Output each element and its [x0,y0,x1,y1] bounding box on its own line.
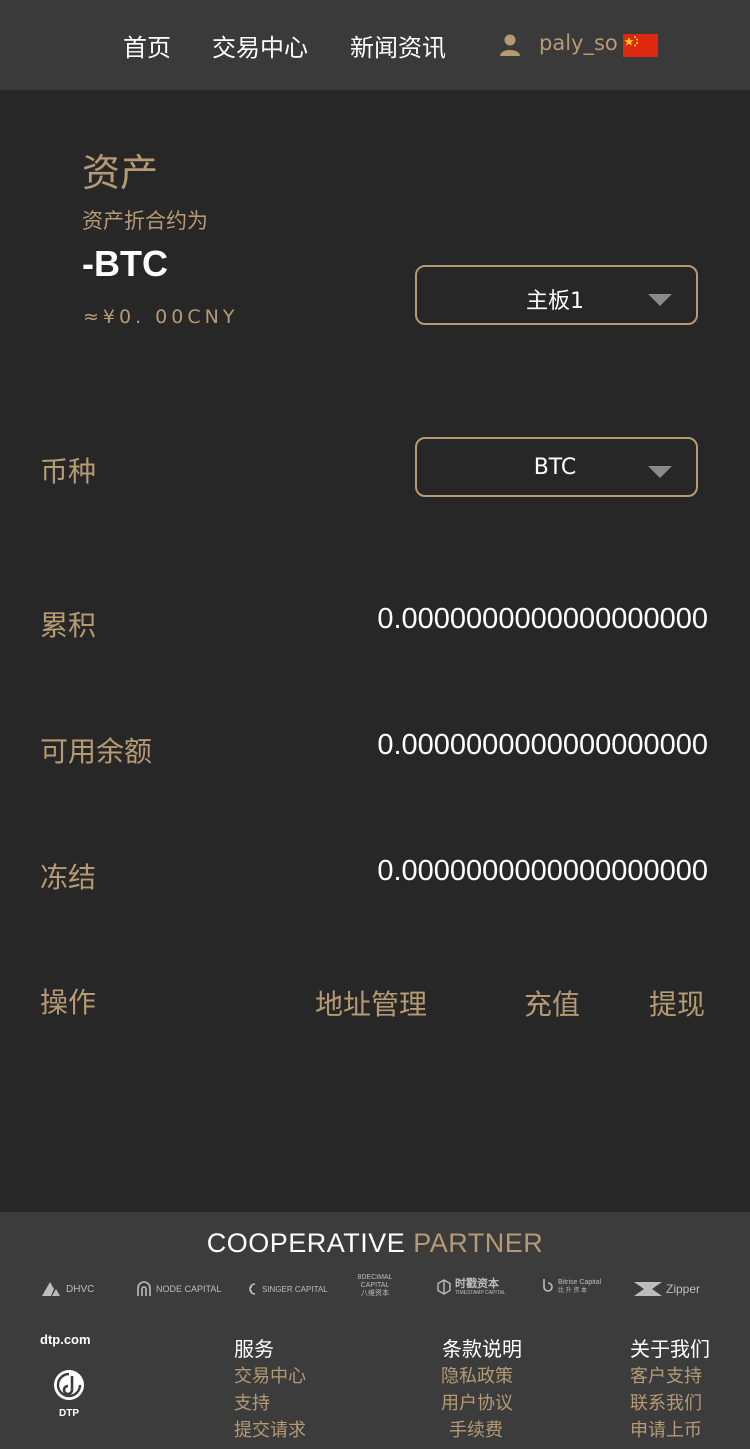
board-select[interactable]: 主板1 [415,265,698,325]
footer-col-about-title: 关于我们 [630,1337,710,1361]
asset-btc-amount: -BTC [82,243,168,284]
bitrise-capital-logo-icon [543,1279,553,1292]
footer-link-apply-listing[interactable]: 申请上币 [630,1416,702,1442]
singer-capital-logo-icon [249,1283,256,1295]
partner-name: NODE CAPITAL [156,1284,222,1294]
timestamp-capital-logo-icon [437,1279,451,1295]
brand-name: dtp.com [40,1332,91,1347]
address-management-link[interactable]: 地址管理 [315,983,427,1023]
accumulated-value: 0.0000000000000000000 [377,603,708,635]
asset-subtitle: 资产折合约为 [82,209,208,233]
nav-trading-center[interactable]: 交易中心 [212,28,308,63]
partner-name-line2: CAPITAL [360,1282,390,1289]
footer-link-contact-us[interactable]: 联系我们 [630,1389,702,1415]
node-capital-logo-icon [137,1281,151,1296]
partner-name: Bitrise Capital [558,1279,602,1286]
partner-name-en: TIMESTAMP CAPITAL [455,1289,506,1296]
actions-label: 操作 [40,986,97,1019]
partner-logo-dhvc: DHVC [42,1278,94,1300]
dtp-logo-text: DTP [59,1408,79,1419]
partner-name: DHVC [66,1283,95,1295]
username-link[interactable]: paly_so [539,31,618,55]
partner-logo-singer-capital: SINGER CAPITAL [244,1278,328,1300]
partner-logo-8decimal: 8DECIMAL CAPITAL 八维资本 [351,1274,399,1297]
footer-link-customer-support[interactable]: 客户支持 [630,1362,702,1388]
currency-label: 币种 [40,455,97,488]
cooperative-partner-heading: COOPERATIVE PARTNER [0,1228,750,1259]
footer: COOPERATIVE PARTNER DHVC NODE CAPITAL SI… [0,1212,750,1449]
accumulated-label: 累积 [40,609,97,642]
partner-name-cn: 八维资本 [361,1290,389,1297]
footer-link-submit-request[interactable]: 提交请求 [234,1416,306,1442]
available-balance-label: 可用余额 [40,735,153,768]
caret-down-icon [648,294,672,306]
caret-down-icon [648,466,672,478]
asset-cny-value: ≈¥0. 00CNY [83,306,239,328]
partner-name: Zipper [666,1282,701,1296]
user-icon[interactable] [498,32,522,56]
partner-name-cn: 比 升 资 本 [558,1288,588,1294]
nav-news[interactable]: 新闻资讯 [350,28,446,63]
footer-link-trading-center[interactable]: 交易中心 [234,1362,306,1388]
coop-heading-right: PARTNER [413,1228,544,1258]
frozen-value: 0.0000000000000000000 [377,855,708,887]
frozen-label: 冻结 [40,861,97,894]
top-nav-bar: 首页 交易中心 新闻资讯 paly_so [0,0,750,90]
partner-logo-timestamp-capital: 时戳资本 TIMESTAMP CAPITAL [437,1276,506,1298]
china-flag-icon[interactable] [623,34,658,57]
footer-link-fees[interactable]: 手续费 [449,1416,503,1442]
footer-col-terms-title: 条款说明 [442,1337,522,1361]
dhvc-logo-icon [42,1282,60,1296]
dtp-logo-icon [54,1370,84,1400]
zipper-logo-icon [634,1282,662,1296]
footer-link-privacy-policy[interactable]: 隐私政策 [441,1362,513,1388]
partner-logo-bitrise-capital: Bitrise Capital 比 升 资 本 [540,1276,601,1298]
asset-title: 资产 [82,151,159,195]
available-balance-value: 0.0000000000000000000 [377,729,708,761]
deposit-link[interactable]: 充值 [524,983,580,1023]
partner-name: 8DECIMAL [357,1274,393,1281]
currency-select[interactable]: BTC [415,437,698,497]
partner-logo-node-capital: NODE CAPITAL [136,1278,221,1300]
partner-name: 时戳资本 [455,1277,499,1290]
footer-link-support[interactable]: 支持 [234,1389,270,1415]
withdraw-link[interactable]: 提现 [649,983,705,1023]
coop-heading-left: COOPERATIVE [206,1228,406,1258]
partner-name: SINGER CAPITAL [262,1284,328,1294]
dtp-logo: DTP [50,1368,88,1419]
footer-col-services-title: 服务 [234,1337,274,1361]
nav-home[interactable]: 首页 [123,28,171,63]
partner-logo-zipper: Zipper [634,1278,700,1300]
footer-link-user-agreement[interactable]: 用户协议 [441,1389,513,1415]
